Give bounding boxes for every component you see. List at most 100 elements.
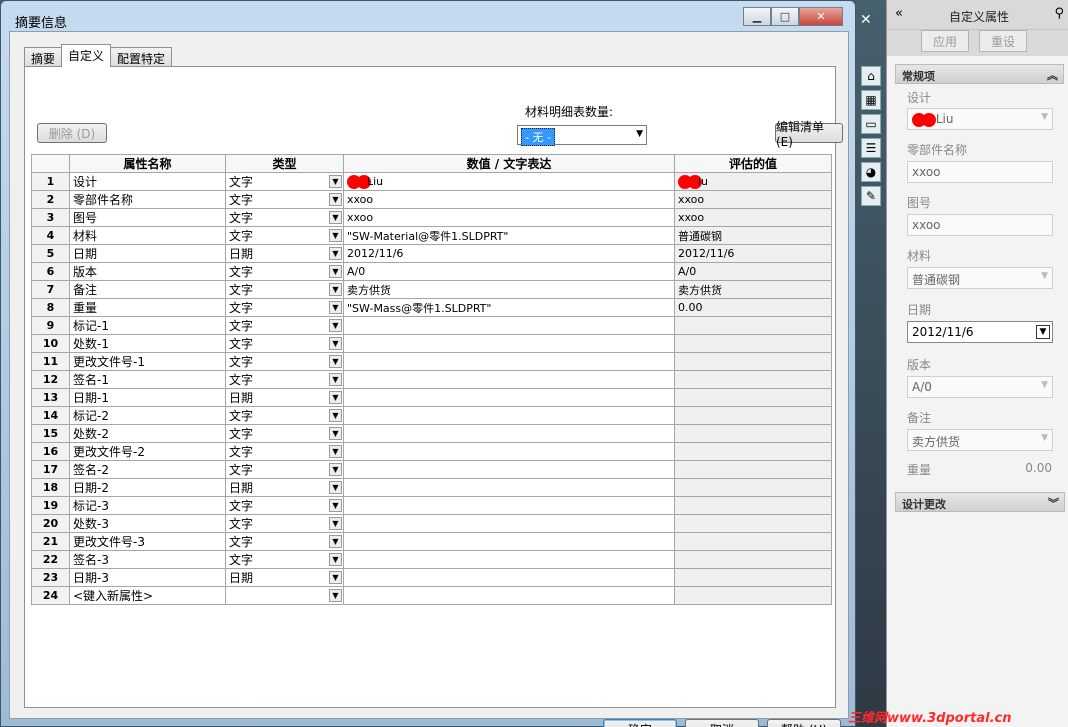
table-row[interactable]: 14 标记-2 文字 ▼ — [31, 406, 832, 425]
pin-icon[interactable]: ⚲ — [1054, 6, 1064, 21]
custom-properties-icon[interactable]: ✎ — [861, 186, 881, 206]
type-cell[interactable]: 文字 ▼ — [225, 514, 344, 533]
value-cell[interactable] — [343, 496, 675, 515]
value-cell[interactable] — [343, 316, 675, 335]
drawing-no-field[interactable]: xxoo — [907, 214, 1053, 236]
value-cell[interactable]: xxoo — [343, 208, 675, 227]
value-cell[interactable] — [343, 460, 675, 479]
value-cell[interactable] — [343, 334, 675, 353]
property-name-cell[interactable]: 日期 — [69, 244, 226, 263]
type-cell[interactable]: 文字 ▼ — [225, 532, 344, 551]
chevron-down-icon[interactable]: ▼ — [329, 319, 342, 332]
value-cell[interactable] — [343, 370, 675, 389]
property-name-cell[interactable]: 设计 — [69, 172, 226, 191]
table-row[interactable]: 10 处数-1 文字 ▼ — [31, 334, 832, 353]
close-button[interactable]: ✕ — [799, 7, 843, 26]
design-field[interactable]: Liu ▼ — [907, 108, 1053, 130]
value-cell[interactable]: "SW-Mass@零件1.SLDPRT" — [343, 298, 675, 317]
table-row[interactable]: 11 更改文件号-1 文字 ▼ — [31, 352, 832, 371]
chevron-down-icon[interactable]: ▼ — [329, 571, 342, 584]
property-name-cell[interactable]: 更改文件号-3 — [69, 532, 226, 551]
chevron-down-icon[interactable]: ▼ — [329, 445, 342, 458]
property-name-cell[interactable]: 日期-3 — [69, 568, 226, 587]
property-name-cell[interactable]: 备注 — [69, 280, 226, 299]
chevron-down-icon[interactable]: ▼ — [329, 373, 342, 386]
chevron-down-icon[interactable]: ▼ — [329, 355, 342, 368]
type-cell[interactable]: 文字 ▼ — [225, 208, 344, 227]
type-cell[interactable]: 文字 ▼ — [225, 280, 344, 299]
table-row[interactable]: 24 <键入新属性> ▼ — [31, 586, 832, 605]
table-row[interactable]: 5 日期 日期 ▼ 2012/11/6 2012/11/6 — [31, 244, 832, 263]
type-cell[interactable]: 日期 ▼ — [225, 244, 344, 263]
chevron-down-icon[interactable]: ▼ — [329, 283, 342, 296]
type-cell[interactable]: 文字 ▼ — [225, 262, 344, 281]
type-cell[interactable]: 文字 ▼ — [225, 424, 344, 443]
property-name-cell[interactable]: 日期-1 — [69, 388, 226, 407]
chevron-down-icon[interactable]: ▼ — [329, 193, 342, 206]
table-row[interactable]: 8 重量 文字 ▼ "SW-Mass@零件1.SLDPRT" 0.00 — [31, 298, 832, 317]
type-cell[interactable]: ▼ — [225, 586, 344, 605]
table-row[interactable]: 17 签名-2 文字 ▼ — [31, 460, 832, 479]
edit-list-button[interactable]: 编辑清单 (E) — [775, 120, 843, 149]
value-cell[interactable] — [343, 442, 675, 461]
property-name-cell[interactable]: 签名-2 — [69, 460, 226, 479]
type-cell[interactable]: 文字 ▼ — [225, 190, 344, 209]
property-name-cell[interactable]: 标记-3 — [69, 496, 226, 515]
home-icon[interactable]: ⌂ — [861, 66, 881, 86]
chevron-down-icon[interactable]: ▼ — [329, 481, 342, 494]
bom-quantity-select[interactable]: - 无 - ▼ — [517, 125, 647, 146]
chevron-down-icon[interactable]: ▼ — [329, 229, 342, 242]
chevron-down-icon[interactable]: ▼ — [329, 247, 342, 260]
property-name-cell[interactable]: 更改文件号-1 — [69, 352, 226, 371]
type-cell[interactable]: 文字 ▼ — [225, 334, 344, 353]
table-row[interactable]: 16 更改文件号-2 文字 ▼ — [31, 442, 832, 461]
table-row[interactable]: 18 日期-2 日期 ▼ — [31, 478, 832, 497]
table-row[interactable]: 2 零部件名称 文字 ▼ xxoo xxoo — [31, 190, 832, 209]
library-icon[interactable]: ▦ — [861, 90, 881, 110]
cancel-button[interactable]: 取消 — [685, 719, 759, 727]
value-cell[interactable] — [343, 478, 675, 497]
tab-summary[interactable]: 摘要 — [24, 47, 63, 67]
value-cell[interactable] — [343, 586, 675, 605]
chevron-down-icon[interactable]: ▼ — [329, 499, 342, 512]
value-cell[interactable] — [343, 532, 675, 551]
chevron-down-icon[interactable]: ▼ — [329, 211, 342, 224]
value-cell[interactable] — [343, 550, 675, 569]
note-field[interactable]: 卖方供货 ▼ — [907, 429, 1053, 451]
value-cell[interactable] — [343, 406, 675, 425]
value-cell[interactable]: "SW-Material@零件1.SLDPRT" — [343, 226, 675, 245]
chevron-down-icon[interactable]: ▼ — [329, 391, 342, 404]
appearance-icon[interactable]: ◕ — [861, 162, 881, 182]
table-row[interactable]: 23 日期-3 日期 ▼ — [31, 568, 832, 587]
type-cell[interactable]: 文字 ▼ — [225, 442, 344, 461]
table-row[interactable]: 21 更改文件号-3 文字 ▼ — [31, 532, 832, 551]
type-cell[interactable]: 文字 ▼ — [225, 352, 344, 371]
table-row[interactable]: 3 图号 文字 ▼ xxoo xxoo — [31, 208, 832, 227]
chevron-down-icon[interactable]: ▼ — [329, 553, 342, 566]
chevron-down-icon[interactable]: ▼ — [329, 337, 342, 350]
type-cell[interactable]: 日期 ▼ — [225, 388, 344, 407]
type-cell[interactable]: 文字 ▼ — [225, 406, 344, 425]
ok-button[interactable]: 确定 — [603, 719, 677, 727]
type-cell[interactable]: 文字 ▼ — [225, 316, 344, 335]
date-field[interactable]: 2012/11/6 ▼ — [907, 321, 1053, 343]
property-name-cell[interactable]: 标记-2 — [69, 406, 226, 425]
table-row[interactable]: 19 标记-3 文字 ▼ — [31, 496, 832, 515]
chevron-down-icon[interactable]: ▼ — [329, 427, 342, 440]
value-cell[interactable]: A/0 — [343, 262, 675, 281]
chevron-down-icon[interactable]: ▼ — [329, 301, 342, 314]
table-row[interactable]: 12 签名-1 文字 ▼ — [31, 370, 832, 389]
property-name-cell[interactable]: 更改文件号-2 — [69, 442, 226, 461]
minimize-button[interactable]: ▁ — [743, 7, 771, 26]
type-cell[interactable]: 文字 ▼ — [225, 370, 344, 389]
table-row[interactable]: 7 备注 文字 ▼ 卖方供货 卖方供货 — [31, 280, 832, 299]
property-name-cell[interactable]: 签名-1 — [69, 370, 226, 389]
explorer-icon[interactable]: ☰ — [861, 138, 881, 158]
property-name-cell[interactable]: 重量 — [69, 298, 226, 317]
close-icon[interactable]: ✕ — [860, 12, 872, 28]
property-name-cell[interactable]: 处数-1 — [69, 334, 226, 353]
value-cell[interactable] — [343, 568, 675, 587]
value-cell[interactable] — [343, 388, 675, 407]
value-cell[interactable]: 卖方供货 — [343, 280, 675, 299]
table-row[interactable]: 4 材料 文字 ▼ "SW-Material@零件1.SLDPRT" 普通碳钢 — [31, 226, 832, 245]
